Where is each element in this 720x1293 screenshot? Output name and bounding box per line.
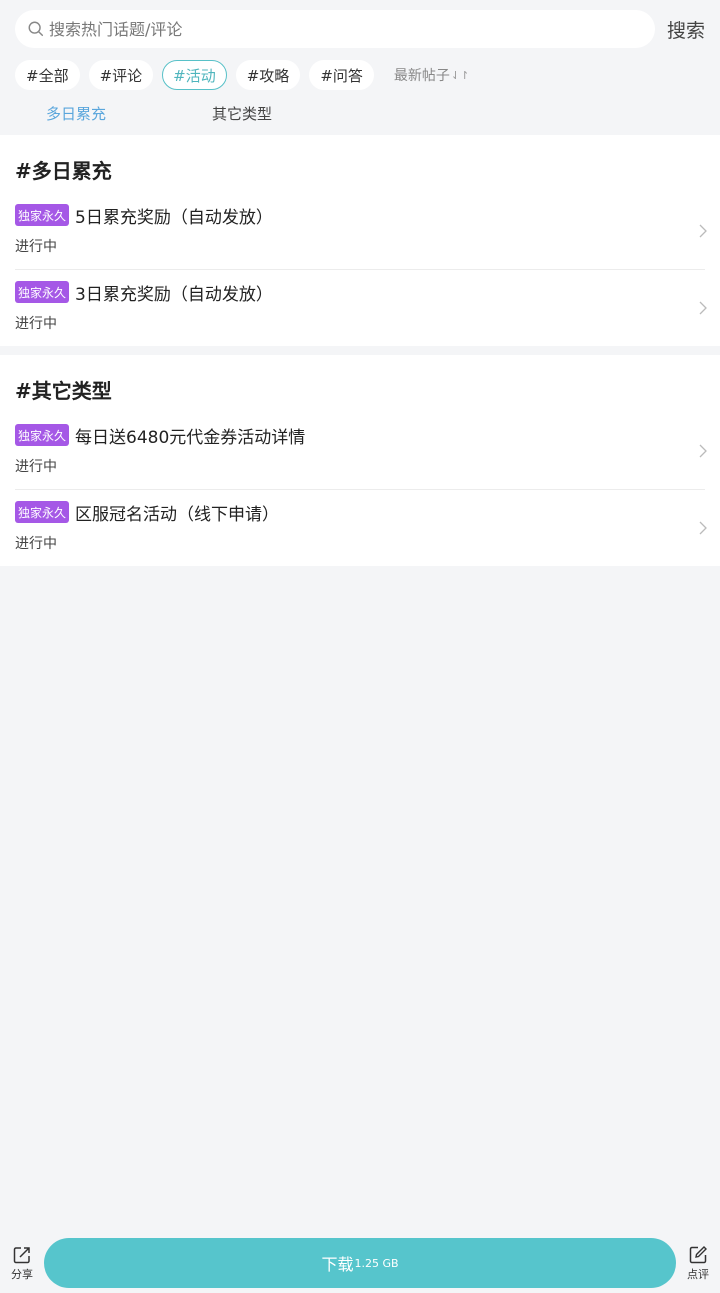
chevron-right-icon <box>699 224 707 238</box>
item-title: 区服冠名活动（线下申请） <box>75 504 280 525</box>
search-button[interactable]: 搜索 <box>665 16 705 43</box>
search-icon <box>28 21 44 37</box>
download-label: 下载 <box>321 1255 354 1274</box>
bottom-bar: 分享 下载 1.25 GB 点评 <box>0 1233 720 1293</box>
item-status: 进行中 <box>15 239 57 255</box>
list-item[interactable]: 独家永久 3日累充奖励（自动发放） 进行中 <box>15 270 707 346</box>
chip-qa[interactable]: #问答 <box>309 60 374 90</box>
item-status: 进行中 <box>15 459 57 475</box>
search-row: 搜索 <box>15 10 705 48</box>
download-button[interactable]: 下载 1.25 GB <box>44 1238 676 1288</box>
item-title: 每日送6480元代金券活动详情 <box>75 427 306 448</box>
chevron-right-icon <box>699 521 707 535</box>
review-button[interactable]: 点评 <box>676 1245 720 1282</box>
share-icon <box>13 1246 30 1263</box>
chip-guides[interactable]: #攻略 <box>235 60 301 90</box>
item-status: 进行中 <box>15 536 57 552</box>
search-box[interactable] <box>15 10 655 48</box>
category-tabs: 多日累充 其它类型 <box>15 91 705 135</box>
list-item[interactable]: 独家永久 5日累充奖励（自动发放） 进行中 <box>15 193 707 270</box>
item-status: 进行中 <box>15 316 57 332</box>
tab-multi-day-recharge[interactable]: 多日累充 <box>46 103 106 124</box>
chip-all[interactable]: #全部 <box>15 60 80 90</box>
list-item[interactable]: 独家永久 每日送6480元代金券活动详情 进行中 <box>15 413 707 490</box>
sort-arrows-icon: ⇃↾ <box>450 68 470 82</box>
item-title: 3日累充奖励（自动发放） <box>75 284 273 305</box>
download-size: 1.25 GB <box>354 1257 399 1270</box>
top-bar: 搜索 #全部 #评论 #活动 #攻略 #问答 最新帖子 ⇃↾ 多日累充 其它类型 <box>0 0 720 135</box>
section-other-types: #其它类型 独家永久 每日送6480元代金券活动详情 进行中 独家永久 区服冠名… <box>0 355 720 566</box>
exclusive-badge: 独家永久 <box>15 204 70 226</box>
sort-toggle[interactable]: 最新帖子 ⇃↾ <box>394 65 469 85</box>
exclusive-badge: 独家永久 <box>15 424 70 446</box>
edit-icon <box>689 1245 707 1263</box>
section-multi-day-recharge: #多日累充 独家永久 5日累充奖励（自动发放） 进行中 独家永久 3日累充奖励（… <box>0 135 720 346</box>
chip-comments[interactable]: #评论 <box>88 60 154 90</box>
share-button[interactable]: 分享 <box>0 1245 44 1282</box>
exclusive-badge: 独家永久 <box>15 501 70 523</box>
item-title: 5日累充奖励（自动发放） <box>75 207 273 228</box>
search-input[interactable] <box>49 19 655 39</box>
sort-label: 最新帖子 <box>393 68 450 84</box>
section-title: #其它类型 <box>15 379 112 403</box>
share-label: 分享 <box>11 1267 33 1281</box>
exclusive-badge: 独家永久 <box>15 281 70 303</box>
filter-chips: #全部 #评论 #活动 #攻略 #问答 最新帖子 ⇃↾ <box>15 59 705 91</box>
section-title: #多日累充 <box>15 159 112 183</box>
list-item[interactable]: 独家永久 区服冠名活动（线下申请） 进行中 <box>15 490 707 566</box>
chip-activities[interactable]: #活动 <box>162 60 227 90</box>
tab-other-types[interactable]: 其它类型 <box>212 103 272 124</box>
chevron-right-icon <box>699 301 707 315</box>
chevron-right-icon <box>699 444 707 458</box>
review-label: 点评 <box>687 1267 709 1281</box>
